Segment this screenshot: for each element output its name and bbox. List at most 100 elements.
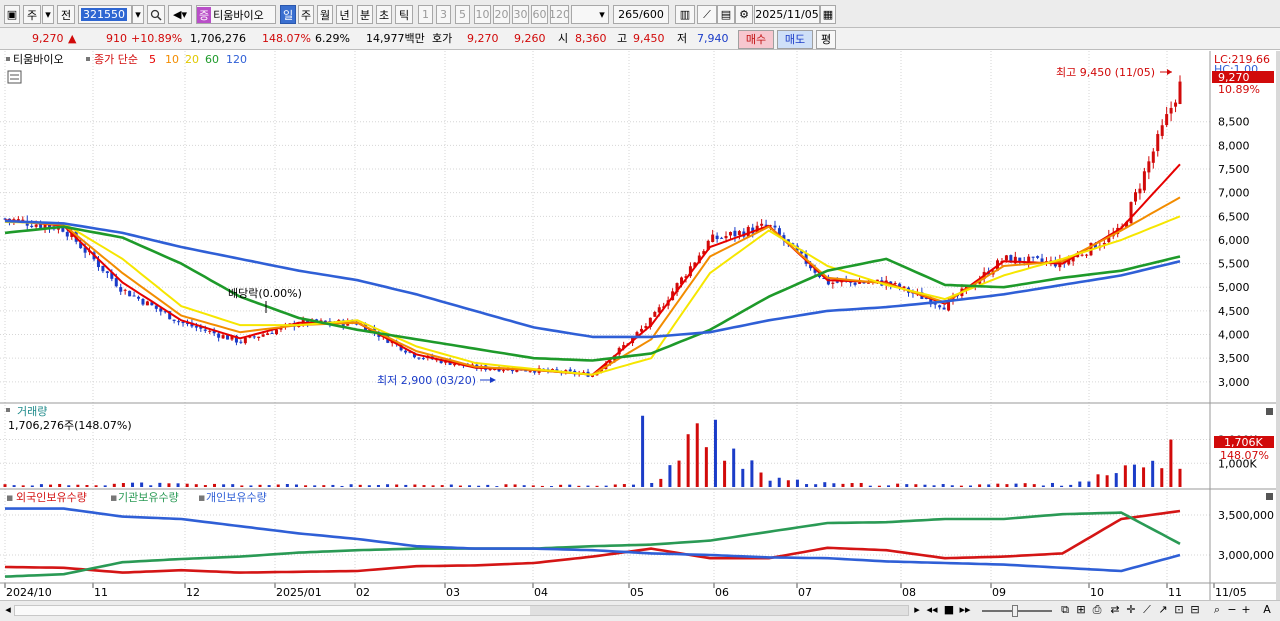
custom-interval-input[interactable]: ▾ [571, 5, 609, 24]
time-axis-label: 02 [356, 586, 370, 599]
time-axis-label: 07 [798, 586, 812, 599]
holding-legend[interactable]: ▪ 외국인보유수량 ▪ 기관보유수량 ▪ 개인보유수량 [6, 491, 267, 504]
layout-icon[interactable]: ⊞ [1074, 603, 1088, 619]
candle-body [137, 296, 141, 299]
crosshair-icon[interactable]: ✛ [1124, 603, 1138, 619]
draw-tool-icon[interactable]: ⟋ [697, 5, 717, 24]
play-icon[interactable]: ▸ [911, 603, 923, 619]
candle-body [1142, 171, 1146, 191]
ma-legend-prefix: 종가 단순 [94, 53, 138, 66]
volume-bar [832, 483, 836, 487]
compare-icon[interactable]: ⇄ [1108, 603, 1122, 619]
volume-bar [112, 483, 116, 487]
period-button[interactable]: 월 [317, 5, 333, 24]
interval-button[interactable]: 20 [493, 5, 510, 24]
candle-body [773, 225, 777, 228]
interval-button[interactable]: 3 [436, 5, 451, 24]
candle-body [1160, 125, 1164, 136]
volume-bar [12, 485, 16, 487]
interval-button[interactable]: 30 [512, 5, 529, 24]
volume-bar [805, 484, 809, 487]
sell-button[interactable]: 매도 [777, 30, 813, 49]
stock-code-input[interactable]: 321550 [78, 5, 132, 24]
date-field[interactable]: 2025/11/05 [754, 5, 820, 24]
candle-type-icon[interactable]: ▥ [675, 5, 695, 24]
interval-button[interactable]: 5 [455, 5, 470, 24]
search-icon[interactable] [147, 5, 165, 24]
eval-button[interactable]: 평 [816, 30, 836, 49]
market-select[interactable]: 주 [23, 5, 41, 24]
calculator-icon[interactable] [7, 70, 22, 84]
change-rate: +10.89% [131, 32, 183, 45]
rewind-icon[interactable]: ◂◂ [925, 603, 939, 619]
zoom-icon[interactable]: ⌕ [1210, 603, 1224, 619]
interval-button[interactable]: 1 [418, 5, 433, 24]
dividend-annotation: 배당락(0.00%) [228, 287, 302, 300]
layout-icon[interactable]: ▣ [4, 5, 20, 24]
trendline-icon[interactable]: ⟋ [1140, 603, 1154, 619]
buy-button[interactable]: 매수 [738, 30, 774, 49]
interval-button[interactable]: 10 [474, 5, 491, 24]
save-icon[interactable]: ▤ [717, 5, 735, 24]
horizontal-scrollbar[interactable] [14, 605, 909, 616]
volume-bar [21, 485, 25, 487]
candle-body [266, 333, 270, 335]
market-dropdown-icon[interactable]: ▾ [42, 5, 54, 24]
scroll-left-icon[interactable]: ◂ [2, 603, 14, 619]
candle-body [942, 307, 946, 310]
candle-body [737, 231, 741, 235]
stock-code-text: 321550 [81, 8, 127, 21]
holding-legend-foreign: 외국인보유수량 [16, 491, 87, 504]
candle-body [501, 370, 505, 372]
period-button[interactable]: 년 [336, 5, 353, 24]
interval-button[interactable]: 120 [550, 5, 569, 24]
volume-bar [440, 485, 444, 487]
interval-button[interactable]: 60 [531, 5, 548, 24]
period-button[interactable]: 초 [376, 5, 392, 24]
volume-bar [76, 484, 80, 487]
volume-bar [950, 485, 954, 487]
font-size-icon[interactable]: A [1260, 603, 1274, 619]
speaker-icon[interactable]: ◀▾ [168, 5, 192, 24]
volume-bar [741, 468, 745, 487]
stock-name-field[interactable]: 증 티움바이오 [196, 5, 276, 24]
period-button[interactable]: 틱 [395, 5, 413, 24]
volume-bar [932, 485, 936, 487]
bottom-toolbar: ◂ ▸ ◂◂ ■ ▸▸ ⧉ ⊞ ⎙ ⇄ ✛ ⟋ ↗ ⊡ ⊟ ⌕ − + A [0, 600, 1280, 621]
panel-close-icon[interactable] [1266, 408, 1273, 415]
candle-body [208, 330, 212, 332]
volume-bar [759, 472, 763, 487]
panel-close-icon[interactable] [1266, 493, 1273, 500]
copy-icon[interactable]: ⧉ [1058, 603, 1072, 619]
gear-icon[interactable]: ⚙ [735, 5, 753, 24]
period-button[interactable]: 주 [298, 5, 314, 24]
volume-bar [376, 485, 380, 487]
candle-body [1156, 134, 1160, 152]
volume-ratio: 148.07% [262, 32, 311, 45]
zoom-slider-knob[interactable] [1012, 605, 1018, 617]
price-legend-name[interactable]: 티움바이오 [13, 53, 64, 66]
chart-type-icon[interactable]: ⊡ [1172, 603, 1186, 619]
volume-title[interactable]: 거래량 [17, 405, 47, 418]
clear-icon[interactable]: ⊟ [1188, 603, 1202, 619]
fast-forward-icon[interactable]: ▸▸ [958, 603, 972, 619]
print-icon[interactable]: ⎙ [1090, 603, 1104, 619]
arrow-tool-icon[interactable]: ↗ [1156, 603, 1170, 619]
volume-bar [1032, 484, 1036, 487]
candle-body [1133, 192, 1137, 202]
calendar-icon[interactable]: ▦ [820, 5, 836, 24]
period-button[interactable]: 분 [357, 5, 373, 24]
stop-icon[interactable]: ■ [943, 603, 955, 619]
legend-square-icon: ▪ [6, 491, 13, 504]
count-field[interactable]: 265/600 [613, 5, 669, 24]
code-dropdown-icon[interactable]: ▾ [132, 5, 144, 24]
vertical-scrollbar[interactable] [1276, 51, 1280, 604]
candle-body [1080, 254, 1084, 256]
period-button[interactable]: 일 [280, 5, 296, 24]
prev-button[interactable]: 전 [57, 5, 75, 24]
volume-bar [203, 485, 207, 487]
volume-bar [1114, 473, 1118, 487]
minus-icon[interactable]: − [1226, 603, 1238, 619]
plus-icon[interactable]: + [1240, 603, 1252, 619]
scrollbar-thumb[interactable] [15, 606, 530, 615]
